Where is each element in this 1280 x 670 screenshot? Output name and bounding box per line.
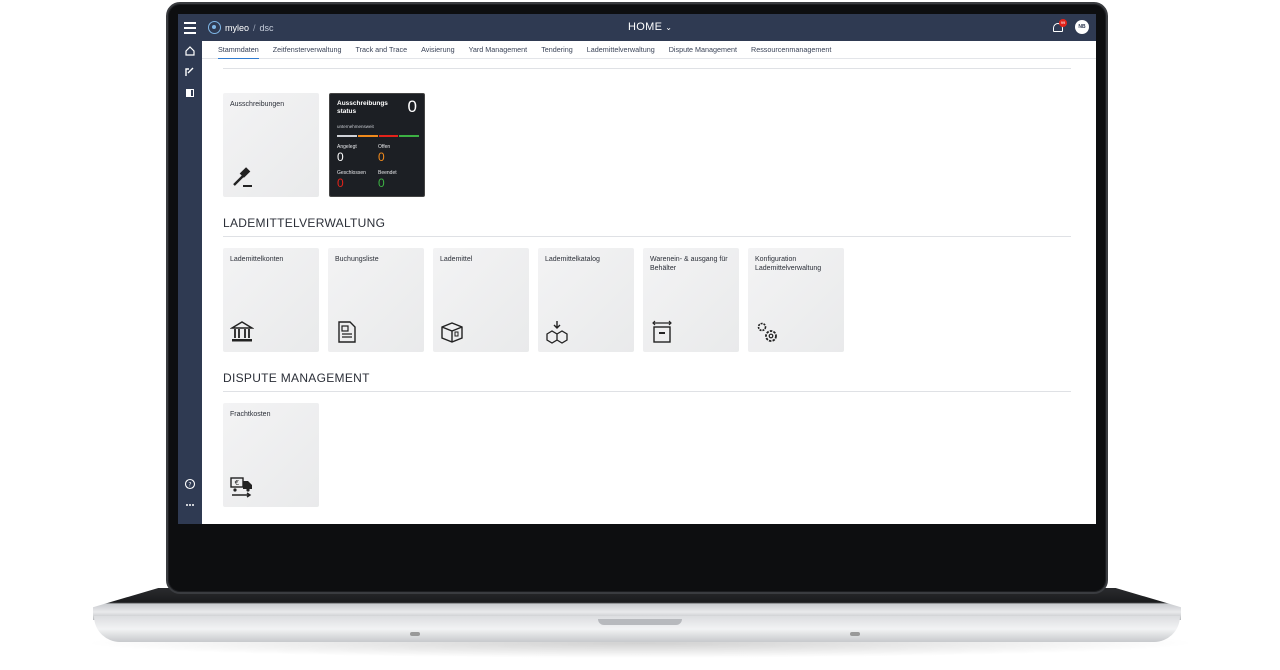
laptop-mockup: myleo / dsc HOME ⌄ 99 NB ? Stammdaten Ze… [0,0,1280,670]
status-total: 0 [407,97,417,116]
section-divider [223,68,1071,69]
tile-konfiguration[interactable]: Konfiguration Lademittelverwaltung [748,248,844,352]
tab-tendering[interactable]: Tendering [541,41,573,59]
truck-cost-icon: € [230,477,252,498]
more-icon[interactable] [184,499,196,511]
tile-label: Lademittel [440,256,473,263]
tab-dispute-management[interactable]: Dispute Management [669,41,737,59]
notification-badge: 99 [1059,19,1067,27]
tile-lademittelkonten[interactable]: Lademittelkonten [223,248,319,352]
brand[interactable]: myleo / dsc [208,21,274,34]
chevron-down-icon: ⌄ [665,23,673,32]
status-scope: unternehmensweit [337,124,374,129]
tab-lademittelverwaltung[interactable]: Lademittelverwaltung [587,41,655,59]
tab-yard-management[interactable]: Yard Management [469,41,528,59]
box-icon [441,322,463,343]
menu-icon[interactable] [178,14,202,41]
gears-icon [757,322,777,342]
help-icon[interactable]: ? [184,478,196,490]
svg-text:?: ? [188,481,191,488]
status-value-offen: 0 [378,150,385,164]
brand-sub: dsc [259,22,274,33]
section-divider [223,391,1071,392]
status-value-angelegt: 0 [337,150,344,164]
container-icon [652,320,672,343]
tab-track-and-trace[interactable]: Track and Trace [355,41,407,59]
avatar[interactable]: NB [1075,20,1089,34]
section-divider [223,236,1071,237]
list-nav-icon[interactable] [184,87,196,99]
bank-icon [230,321,254,342]
boxes-arrow-icon [546,321,568,344]
section-title-dispute-management: DISPUTE MANAGEMENT [223,371,370,385]
status-bar [337,135,419,137]
tile-label: Konfiguration Lademittelverwaltung [755,256,822,272]
gavel-icon [233,167,252,187]
tender-nav-icon[interactable] [184,66,196,78]
laptop-foot [410,632,420,636]
home-dropdown[interactable]: HOME ⌄ [628,21,672,33]
logo-icon [208,21,221,34]
tab-stammdaten[interactable]: Stammdaten [218,41,259,59]
tile-label: Warenein- & ausgang für Behälter [650,256,728,272]
tile-label: Ausschreibungen [230,101,285,108]
laptop-notch [598,619,682,625]
tile-lademittel[interactable]: Lademittel [433,248,529,352]
sidebar: ? [178,41,202,524]
status-title: Ausschreibungs status [337,100,388,115]
tab-zeitfensterverwaltung[interactable]: Zeitfensterverwaltung [273,41,342,59]
svg-text:€: € [235,479,239,487]
tab-ressourcenmanagement[interactable]: Ressourcenmanagement [751,41,831,59]
tile-label: Lademittelkatalog [545,256,600,263]
document-icon [338,321,356,343]
brand-separator: / [253,22,256,33]
home-icon[interactable] [184,45,196,57]
app-screen: myleo / dsc HOME ⌄ 99 NB ? Stammdaten Ze… [178,14,1096,524]
section-title-lademittelverwaltung: LADEMITTELVERWALTUNG [223,216,386,230]
tender-status-widget[interactable]: Ausschreibungs status 0 unternehmensweit… [329,93,425,197]
status-value-geschlossen: 0 [337,176,344,190]
status-value-beendet: 0 [378,176,385,190]
tile-warenein-ausgang[interactable]: Warenein- & ausgang für Behälter [643,248,739,352]
tile-label: Lademittelkonten [230,256,284,263]
home-label: HOME [628,21,663,33]
laptop-foot [850,632,860,636]
tab-avisierung[interactable]: Avisierung [421,41,454,59]
tile-buchungsliste[interactable]: Buchungsliste [328,248,424,352]
notification-bell-icon[interactable]: 99 [1052,19,1067,33]
tile-label: Frachtkosten [230,411,271,418]
tile-ausschreibungen[interactable]: Ausschreibungen [223,93,319,197]
tile-lademittelkatalog[interactable]: Lademittelkatalog [538,248,634,352]
tile-frachtkosten[interactable]: Frachtkosten € [223,403,319,507]
brand-name: myleo [225,22,250,33]
module-tabs: Stammdaten Zeitfensterverwaltung Track a… [202,41,1096,59]
top-bar: myleo / dsc HOME ⌄ 99 NB [178,14,1096,41]
tile-label: Buchungsliste [335,256,379,263]
main-content: Ausschreibungen Ausschreibungs status 0 … [202,59,1096,524]
